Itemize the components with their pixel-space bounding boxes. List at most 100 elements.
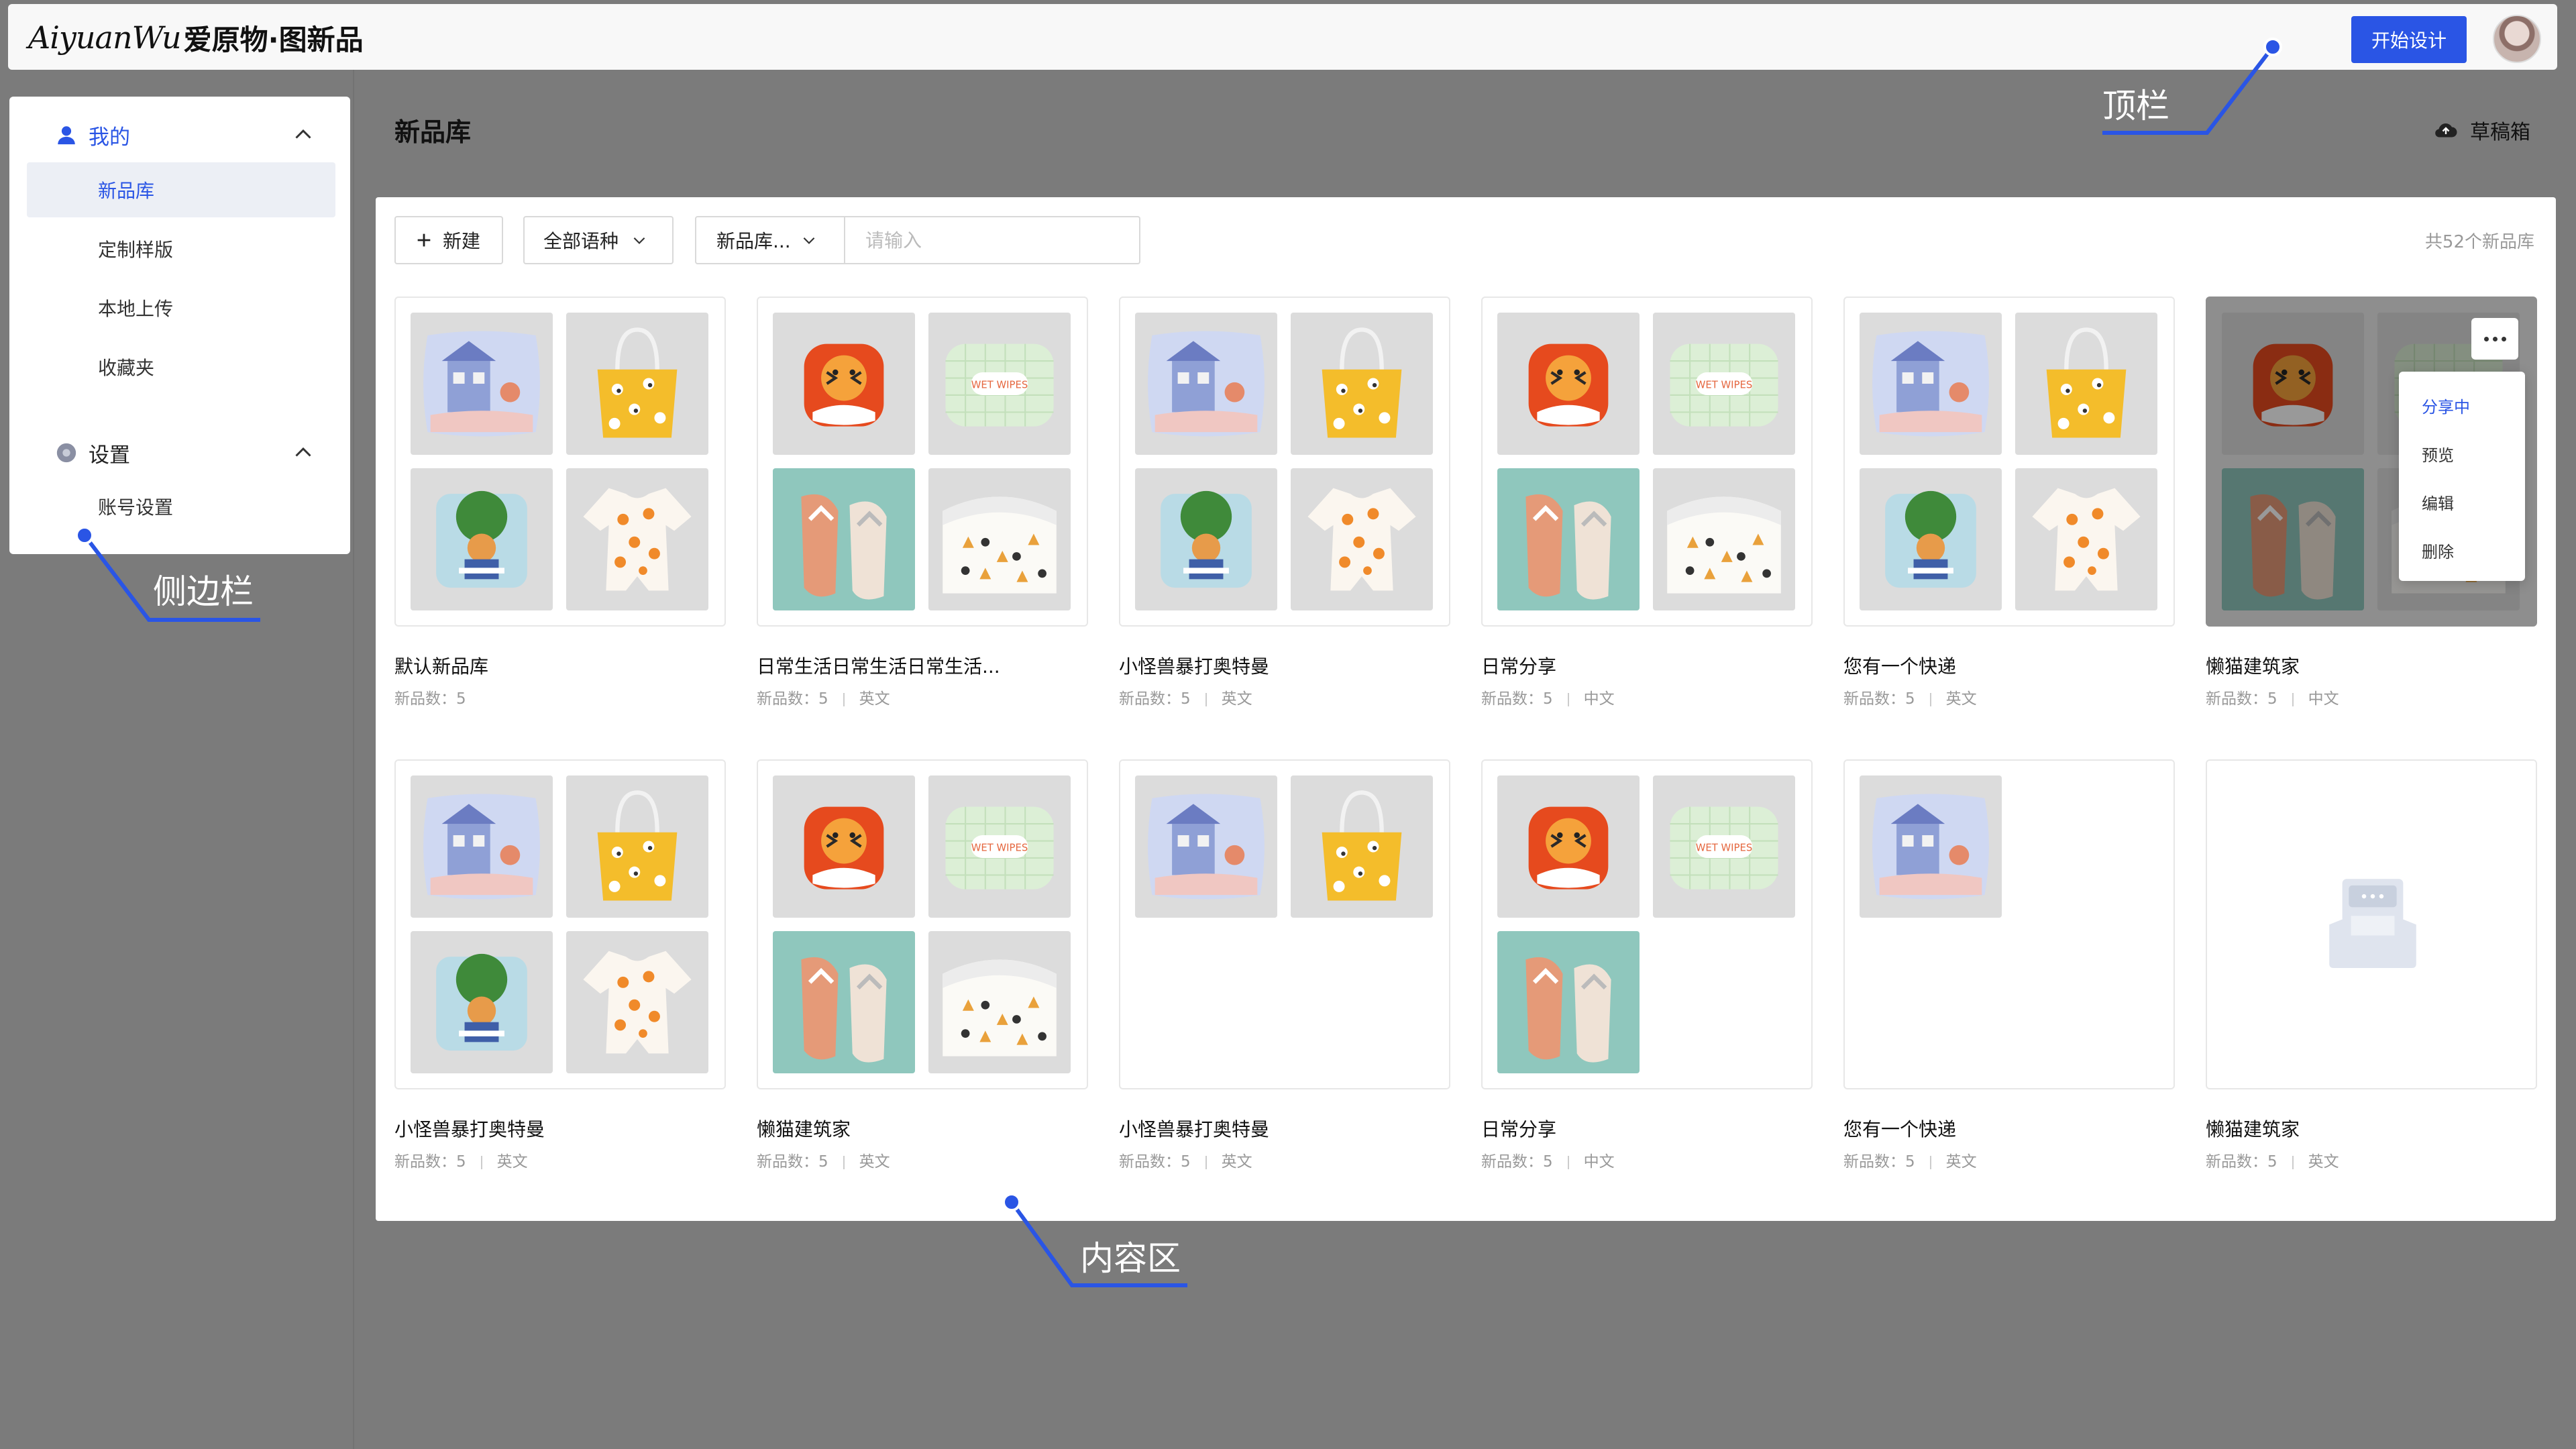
card-count-label: 新品数：	[1481, 690, 1543, 708]
card-thumbnail-frame[interactable]	[1843, 759, 2175, 1089]
new-button[interactable]: 新建	[394, 216, 503, 264]
card-meta: 新品数：5 中文	[1481, 686, 1615, 708]
card-title[interactable]: 懒猫建筑家	[2206, 1115, 2300, 1142]
sidebar-group-mine[interactable]: 我的	[9, 105, 350, 165]
menu-item-preview[interactable]: 预览	[2399, 429, 2525, 478]
card-title[interactable]: 懒猫建筑家	[2206, 652, 2300, 679]
card-thumbnail-frame[interactable]	[394, 759, 726, 1089]
menu-item-delete[interactable]: 删除	[2399, 526, 2525, 574]
sidebar-item-custom-template[interactable]: 定制样版	[27, 221, 335, 276]
product-thumbnail-pillow	[411, 313, 553, 455]
sidebar-group-settings[interactable]: 设置	[9, 423, 350, 483]
card-title[interactable]: 日常分享	[1481, 652, 1556, 679]
sidebar-item-favorites[interactable]: 收藏夹	[27, 339, 335, 394]
menu-item-sharing[interactable]: 分享中	[2399, 381, 2525, 429]
card-count-label: 新品数：	[1843, 1153, 1905, 1171]
card-thumbnail-frame[interactable]: WET WIPES分享中预览编辑删除	[2206, 297, 2537, 627]
cloud-upload-icon	[2435, 123, 2457, 138]
card-count: 5	[1543, 1153, 1553, 1171]
sidebar: 我的 新品库 定制样版 本地上传 收藏夹 设置 账号设置	[9, 97, 350, 554]
product-thumbnail-phonecase	[1860, 468, 2002, 610]
more-options-icon[interactable]	[2471, 318, 2518, 360]
svg-text:WET WIPES: WET WIPES	[1696, 842, 1753, 853]
card-count: 5	[456, 1153, 466, 1171]
card-thumbnail-frame[interactable]	[1843, 297, 2175, 627]
card-thumbnail-frame[interactable]	[1119, 297, 1450, 627]
sidebar-item-new-library[interactable]: 新品库	[27, 162, 335, 217]
card-language: 英文	[859, 1153, 890, 1171]
card-thumbnail-frame[interactable]	[2206, 759, 2537, 1089]
sidebar-divider	[353, 70, 354, 1449]
card-language: 英文	[496, 1153, 528, 1171]
card-title[interactable]: 您有一个快递	[1843, 1115, 1956, 1142]
product-thumbnail-wipes: WET WIPES	[1653, 313, 1795, 455]
card-count: 5	[1543, 690, 1553, 708]
card-count: 5	[1181, 690, 1191, 708]
card-count: 5	[1181, 1153, 1191, 1171]
sidebar-group-label: 我的	[89, 125, 130, 150]
card-title[interactable]: 小怪兽暴打奥特曼	[1119, 652, 1269, 679]
chevron-up-icon[interactable]	[291, 441, 315, 465]
meta-separator	[1205, 1155, 1207, 1169]
product-thumbnail-towel	[928, 468, 1071, 610]
card-title[interactable]: 小怪兽暴打奥特曼	[394, 1115, 545, 1142]
product-thumbnail-phonecase	[1135, 468, 1277, 610]
drafts-link[interactable]: 草稿箱	[2434, 115, 2530, 145]
search-box: 新品库...	[695, 216, 1140, 264]
language-filter-select[interactable]: 全部语种	[523, 216, 674, 264]
card-count-label: 新品数：	[757, 690, 818, 708]
card-language: 英文	[1221, 1153, 1252, 1171]
card-count-label: 新品数：	[757, 1153, 818, 1171]
product-thumbnail-flipflops	[1497, 931, 1640, 1073]
card-title[interactable]: 日常生活日常生活日常生活...	[757, 652, 1000, 679]
search-field-label: 新品库...	[716, 230, 791, 252]
sidebar-item-local-upload[interactable]: 本地上传	[27, 280, 335, 335]
chevron-up-icon[interactable]	[291, 123, 315, 147]
product-thumbnail-bag	[1291, 313, 1433, 455]
language-filter-label: 全部语种	[543, 230, 619, 252]
meta-separator	[843, 1155, 845, 1169]
card-count: 5	[2267, 1153, 2277, 1171]
logo[interactable]: AiyuanWu 爱原物·图新品	[28, 17, 364, 58]
search-input[interactable]	[845, 217, 1139, 263]
card-count: 5	[818, 1153, 828, 1171]
product-thumbnail-bag	[1291, 775, 1433, 918]
search-field-select[interactable]: 新品库...	[696, 217, 845, 263]
card-thumbnail-frame[interactable]: WET WIPES	[1481, 759, 1813, 1089]
card-meta: 新品数：5 英文	[394, 1148, 528, 1171]
product-thumbnail-airpods	[1497, 313, 1640, 455]
card-count: 5	[1905, 1153, 1915, 1171]
svg-text:WET WIPES: WET WIPES	[971, 379, 1028, 390]
meta-separator	[1929, 692, 1931, 706]
card-thumbnail-frame[interactable]	[394, 297, 726, 627]
card-thumbnail-frame[interactable]: WET WIPES	[757, 759, 1088, 1089]
card-language: 中文	[1583, 690, 1615, 708]
meta-separator	[1567, 692, 1569, 706]
menu-item-edit[interactable]: 编辑	[2399, 478, 2525, 526]
card-title[interactable]: 懒猫建筑家	[757, 1115, 851, 1142]
card-language: 英文	[2308, 1153, 2339, 1171]
avatar[interactable]	[2493, 15, 2541, 63]
card-meta: 新品数：5 英文	[1843, 686, 1977, 708]
card-language: 英文	[859, 690, 890, 708]
card-count-label: 新品数：	[394, 690, 456, 708]
product-thumbnail-airpods	[773, 775, 915, 918]
card-title[interactable]: 默认新品库	[394, 652, 488, 679]
start-design-button[interactable]: 开始设计	[2351, 16, 2467, 63]
card-meta: 新品数：5 英文	[1119, 686, 1252, 708]
card-count-label: 新品数：	[2206, 690, 2267, 708]
product-thumbnail-airpods	[2222, 313, 2364, 455]
product-thumbnail-wipes: WET WIPES	[928, 775, 1071, 918]
card-count-label: 新品数：	[2206, 1153, 2267, 1171]
card-title[interactable]: 您有一个快递	[1843, 652, 1956, 679]
product-thumbnail-airpods	[1497, 775, 1640, 918]
sidebar-item-account-settings[interactable]: 账号设置	[27, 479, 335, 534]
card-thumbnail-frame[interactable]: WET WIPES	[1481, 297, 1813, 627]
card-title[interactable]: 小怪兽暴打奥特曼	[1119, 1115, 1269, 1142]
annotation-sidebar: 侧边栏	[153, 572, 254, 611]
card-title[interactable]: 日常分享	[1481, 1115, 1556, 1142]
card-thumbnail-frame[interactable]	[1119, 759, 1450, 1089]
meta-separator	[1205, 692, 1207, 706]
card-thumbnail-frame[interactable]: WET WIPES	[757, 297, 1088, 627]
card-count-label: 新品数：	[1843, 690, 1905, 708]
